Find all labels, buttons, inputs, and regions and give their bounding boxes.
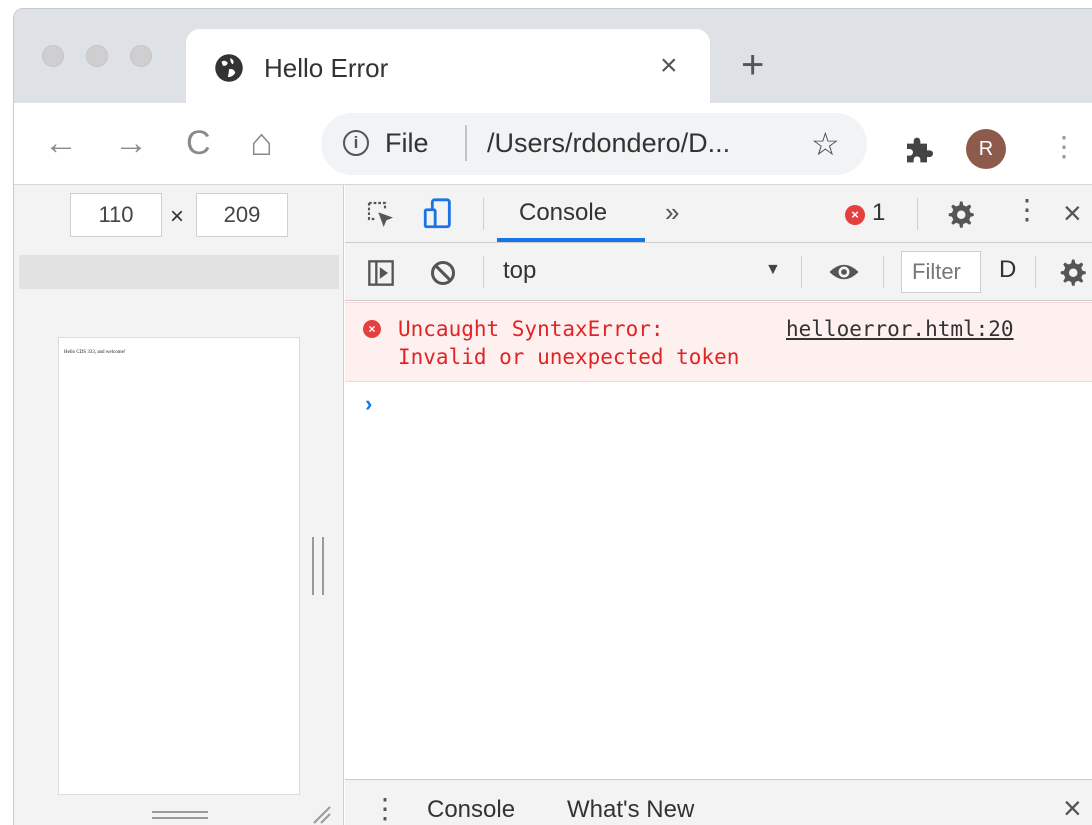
page-preview[interactable]: Hello CDS 333, and welcome! bbox=[58, 337, 300, 795]
close-window-button[interactable] bbox=[42, 45, 64, 67]
viewport-width-input[interactable]: 110 bbox=[70, 193, 162, 237]
divider bbox=[801, 256, 802, 288]
forward-button[interactable]: → bbox=[114, 123, 148, 163]
new-tab-button[interactable]: + bbox=[741, 45, 764, 85]
divider bbox=[483, 198, 484, 230]
devtools-panel: Console » × 1 ⋮ × top ▼ Filter D × Uncau… bbox=[345, 185, 1092, 825]
context-selector[interactable]: top bbox=[503, 257, 536, 285]
extensions-puzzle-icon[interactable] bbox=[903, 133, 935, 165]
chevron-down-icon[interactable]: ▼ bbox=[765, 261, 781, 279]
browser-toolbar: ← → C ⌂ i File /Users/rdondero/D... ☆ R … bbox=[14, 103, 1092, 185]
error-source-link[interactable]: helloerror.html:20 bbox=[786, 315, 1014, 343]
divider bbox=[917, 198, 918, 230]
error-text: Uncaught SyntaxError: Invalid or unexpec… bbox=[398, 317, 740, 369]
console-prompt[interactable]: › bbox=[365, 391, 372, 417]
tab-console[interactable]: Console bbox=[519, 199, 607, 227]
devtools-menu-icon[interactable]: ⋮ bbox=[1013, 193, 1041, 226]
corner-resize-icon[interactable] bbox=[308, 801, 332, 825]
divider bbox=[883, 256, 884, 288]
tab-hello-error[interactable]: Hello Error × bbox=[186, 29, 710, 107]
divider bbox=[1035, 256, 1036, 288]
profile-avatar[interactable]: R bbox=[966, 129, 1006, 169]
tab-strip: Hello Error × + bbox=[14, 9, 1092, 107]
url-separator bbox=[465, 125, 467, 161]
error-icon: × bbox=[363, 320, 381, 338]
url-scheme: File bbox=[385, 128, 429, 158]
browser-menu-icon[interactable]: ⋮ bbox=[1050, 127, 1078, 167]
tab-title: Hello Error bbox=[264, 53, 389, 83]
maximize-window-button[interactable] bbox=[130, 45, 152, 67]
clear-console-icon[interactable] bbox=[429, 259, 457, 287]
vertical-resize-handle[interactable] bbox=[312, 537, 324, 595]
drawer-tab-console[interactable]: Console bbox=[427, 796, 515, 824]
reload-button[interactable]: C bbox=[186, 123, 211, 163]
browser-window: Hello Error × + ← → C ⌂ i File /Users/rd… bbox=[13, 8, 1092, 825]
globe-icon bbox=[215, 54, 243, 82]
dimension-separator: × bbox=[170, 203, 185, 230]
page-preview-text: Hello CDS 333, and welcome! bbox=[64, 350, 126, 355]
sidebar-toggle-icon[interactable] bbox=[367, 259, 395, 287]
console-filter-input[interactable]: Filter bbox=[901, 251, 981, 293]
devtools-drawer: ⋮ Console What's New × bbox=[345, 779, 1092, 825]
address-bar[interactable]: i File /Users/rdondero/D... ☆ bbox=[321, 113, 867, 175]
info-icon[interactable]: i bbox=[343, 130, 369, 156]
divider bbox=[483, 256, 484, 288]
drawer-tab-whats-new[interactable]: What's New bbox=[567, 796, 694, 824]
back-button[interactable]: ← bbox=[44, 123, 78, 163]
media-query-bar[interactable] bbox=[19, 255, 339, 289]
console-settings-gear-icon[interactable] bbox=[1057, 257, 1087, 287]
log-levels-dropdown[interactable]: D bbox=[999, 256, 1016, 284]
active-tab-indicator bbox=[497, 238, 645, 242]
viewport-height-input[interactable]: 209 bbox=[196, 193, 288, 237]
devtools-tabbar: Console » × 1 ⋮ × bbox=[345, 185, 1092, 243]
url-text[interactable]: /Users/rdondero/D... bbox=[487, 128, 730, 159]
device-toolbar-icon[interactable] bbox=[421, 197, 455, 231]
live-expression-eye-icon[interactable] bbox=[827, 259, 861, 285]
error-icon[interactable]: × bbox=[845, 205, 865, 225]
home-button[interactable]: ⌂ bbox=[250, 123, 273, 163]
close-tab-button[interactable]: × bbox=[660, 51, 678, 81]
console-toolbar: top ▼ Filter D bbox=[345, 243, 1092, 301]
minimize-window-button[interactable] bbox=[86, 45, 108, 67]
console-error-message[interactable]: × Uncaught SyntaxError: Invalid or unexp… bbox=[345, 302, 1092, 382]
device-viewport-pane: 110 × 209 ⋮ Hello CDS 333, and welcome! bbox=[14, 185, 362, 825]
close-devtools-button[interactable]: × bbox=[1063, 195, 1082, 232]
error-count[interactable]: 1 bbox=[872, 199, 885, 227]
more-tabs-icon[interactable]: » bbox=[665, 197, 679, 228]
inspect-element-icon[interactable] bbox=[365, 199, 397, 231]
bookmark-star-icon[interactable]: ☆ bbox=[811, 125, 840, 163]
close-drawer-button[interactable]: × bbox=[1063, 790, 1082, 825]
settings-gear-icon[interactable] bbox=[945, 199, 975, 229]
horizontal-resize-handle[interactable] bbox=[152, 811, 208, 819]
drawer-menu-icon[interactable]: ⋮ bbox=[371, 792, 399, 825]
